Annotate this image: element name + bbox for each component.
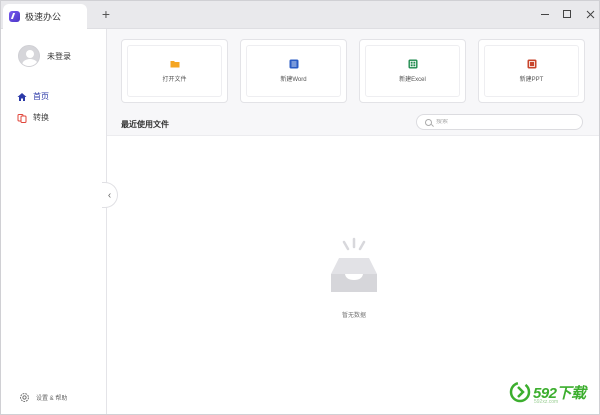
main-panel: 打开文件 新建Word 新建Excel 新建PPT 最近使用文件 搜索 暂无数据 [107, 29, 599, 414]
ppt-icon [527, 59, 536, 69]
watermark-logo: 592下载 592xz.com [509, 381, 586, 405]
close-button[interactable] [583, 7, 597, 21]
gear-icon [20, 393, 29, 402]
new-tab-button[interactable]: + [99, 7, 113, 21]
excel-icon [408, 59, 417, 69]
user-name: 未登录 [47, 51, 71, 61]
maximize-icon [563, 10, 571, 18]
tab-home[interactable]: 极速办公 [3, 4, 87, 29]
sidebar: 未登录 首页 转换 设置 & 帮助 [1, 29, 107, 414]
empty-inbox-icon [331, 237, 377, 292]
sidebar-item-label: 转换 [33, 113, 49, 122]
settings-help-button[interactable]: 设置 & 帮助 [19, 392, 67, 403]
search-icon [425, 118, 432, 126]
open-file-card[interactable]: 打开文件 [121, 39, 228, 103]
sidebar-item-label: 首页 [33, 92, 49, 101]
search-input[interactable] [436, 119, 576, 125]
search-box[interactable] [416, 114, 583, 130]
recent-files-list: 暂无数据 [107, 135, 599, 414]
close-icon [586, 10, 594, 18]
empty-label: 暂无数据 [341, 313, 366, 319]
maximize-button[interactable] [560, 7, 574, 21]
home-icon [17, 92, 27, 101]
minimize-button[interactable] [538, 7, 552, 21]
new-excel-card[interactable]: 新建Excel [359, 39, 466, 103]
settings-label: 设置 & 帮助 [36, 396, 68, 402]
card-label: 新建Word [280, 77, 307, 83]
word-icon [289, 59, 298, 69]
chevron-left-icon: ‹ [107, 189, 112, 201]
folder-icon [170, 61, 179, 68]
watermark-icon [509, 381, 531, 403]
user-profile[interactable]: 未登录 [18, 45, 71, 67]
sidebar-item-home[interactable]: 首页 [17, 91, 49, 102]
app-logo-icon [9, 11, 20, 22]
watermark-subtext: 592xz.com [534, 399, 559, 405]
new-ppt-card[interactable]: 新建PPT [478, 39, 585, 103]
card-label: 新建PPT [519, 77, 544, 83]
sidebar-item-convert[interactable]: 转换 [17, 112, 49, 123]
quick-actions: 打开文件 新建Word 新建Excel 新建PPT [121, 39, 591, 103]
app-window: 极速办公 + 未登录 首页 转换 设置 & 帮助 ‹ 打开文件 新建Word 新… [0, 0, 600, 415]
minimize-icon [541, 13, 549, 15]
recent-files-title: 最近使用文件 [121, 120, 169, 129]
tab-label: 极速办公 [25, 12, 62, 22]
card-label: 打开文件 [162, 77, 187, 83]
convert-icon [17, 113, 27, 123]
card-label: 新建Excel [399, 77, 426, 83]
avatar [18, 45, 40, 67]
title-bar: 极速办公 + [1, 1, 599, 29]
empty-state: 暂无数据 [319, 236, 389, 326]
new-word-card[interactable]: 新建Word [240, 39, 347, 103]
